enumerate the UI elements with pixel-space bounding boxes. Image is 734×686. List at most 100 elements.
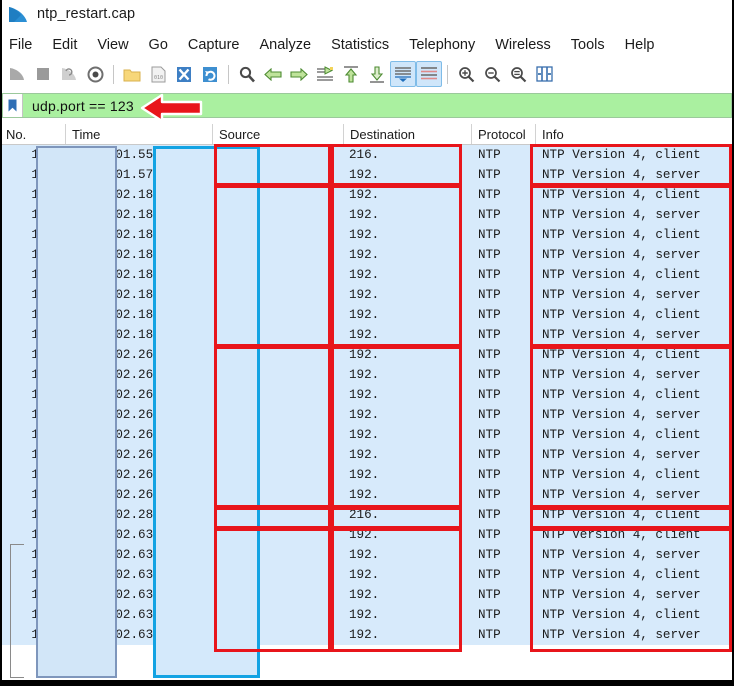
toolbar-separator [447,64,448,84]
table-row[interactable]: 16… 16:08:02.639220 192. 192. NTP NTP Version… [0,625,734,645]
table-row[interactable]: 15… 16:08:02.185545 192. 192. NTP NTP Version… [0,225,734,245]
wireshark-fin-icon [9,6,27,22]
table-row[interactable]: 15… 16:08:02.261003 192. 192. NTP NTP Version… [0,485,734,505]
menu-item-statistics[interactable]: Statistics [331,37,389,53]
cell-info: NTP Version 4, server [542,248,701,262]
cell-no: 15… [31,348,54,362]
cell-protocol: NTP [478,368,501,382]
cell-protocol: NTP [478,248,501,262]
zoom-out-icon[interactable] [479,61,505,87]
column-header-time[interactable]: Time [66,124,213,144]
table-row[interactable]: 15… 16:08:02.186535 192. 192. NTP NTP Version… [0,265,734,285]
table-row[interactable]: 15… 16:08:02.260969 192. 192. NTP NTP Version… [0,465,734,485]
go-last-packet-icon[interactable] [364,61,390,87]
cell-no: 15… [31,408,54,422]
cell-destination: 192. [349,628,380,642]
cell-no: 15… [31,328,54,342]
cell-source: 192. [218,568,249,582]
menu-item-analyze[interactable]: Analyze [259,37,311,53]
cell-protocol: NTP [478,548,501,562]
colorize-packets-icon[interactable] [416,61,442,87]
bottom-edge-strip [0,680,734,686]
menu-item-tools[interactable]: Tools [571,37,605,53]
table-row[interactable]: 15… 16:08:02.260644 192. 192. NTP NTP Version… [0,385,734,405]
column-header-protocol[interactable]: Protocol [472,124,536,144]
go-first-packet-icon[interactable] [338,61,364,87]
cell-time: 16:08:02.186535 [70,268,184,282]
cell-source: 192. [218,208,249,222]
cell-time: 16:08:01.571555 [70,168,184,182]
table-row[interactable]: 14… 16:08:01.571555 216. 192. NTP NTP Version… [0,165,734,185]
menu-item-telephony[interactable]: Telephony [409,37,475,53]
close-file-icon[interactable] [171,61,197,87]
table-row[interactable]: 15… 16:08:02.638725 192. 192. NTP NTP Version… [0,545,734,565]
table-row[interactable]: 15… 16:08:02.638989 192. 192. NTP NTP Version… [0,565,734,585]
resize-columns-icon[interactable] [531,61,557,87]
cell-time: 16:08:02.185545 [70,228,184,242]
reload-file-icon[interactable] [197,61,223,87]
table-row[interactable]: 15… 16:08:02.185571 192. 192. NTP NTP Version… [0,245,734,265]
table-row[interactable]: 15… 16:08:02.639030 192. 192. NTP NTP Version… [0,585,734,605]
cell-no: 15… [31,548,54,562]
menu-item-wireless[interactable]: Wireless [495,37,551,53]
table-row[interactable]: 15… 16:08:02.260685 192. 192. NTP NTP Version… [0,405,734,425]
cell-time: 16:08:02.260826 [70,428,184,442]
menu-item-view[interactable]: View [97,37,128,53]
display-filter-bar[interactable]: udp.port == 123 [2,93,732,118]
go-back-icon[interactable] [260,61,286,87]
cell-info: NTP Version 4, client [542,568,701,582]
start-capture-icon[interactable] [4,61,30,87]
save-file-icon[interactable]: 010 [145,61,171,87]
cell-destination: 216. [349,508,380,522]
menu-item-help[interactable]: Help [625,37,655,53]
open-file-icon[interactable] [119,61,145,87]
table-row[interactable]: 15… 16:08:02.260265 192. 192. NTP NTP Version… [0,345,734,365]
bookmark-icon[interactable] [3,94,23,117]
packet-list[interactable]: No. Time Source Destination Protocol Inf… [0,124,734,680]
table-row[interactable]: 15… 16:08:02.638610 192. 192. NTP NTP Version… [0,525,734,545]
table-row[interactable]: 15… 16:08:02.187494 192. 192. NTP NTP Version… [0,325,734,345]
go-to-packet-icon[interactable] [312,61,338,87]
menu-item-go[interactable]: Go [149,37,168,53]
table-row[interactable]: 15… 16:08:02.260863 192. 192. NTP NTP Version… [0,445,734,465]
cell-no: 14… [31,148,54,162]
cell-protocol: NTP [478,288,501,302]
cell-no: 16… [31,608,54,622]
capture-options-icon[interactable] [82,61,108,87]
cell-protocol: NTP [478,588,501,602]
cell-time: 16:08:02.639030 [70,588,184,602]
zoom-reset-icon[interactable] [505,61,531,87]
cell-source: 192. [218,148,249,162]
find-packet-icon[interactable] [234,61,260,87]
cell-no: 15… [31,508,54,522]
column-header-destination[interactable]: Destination [344,124,472,144]
stop-capture-icon[interactable] [30,61,56,87]
go-forward-icon[interactable] [286,61,312,87]
table-row[interactable]: 15… 16:08:02.187475 192. 192. NTP NTP Version… [0,305,734,325]
cell-no: 15… [31,228,54,242]
table-row[interactable]: 15… 16:08:02.260826 192. 192. NTP NTP Version… [0,425,734,445]
cell-protocol: NTP [478,628,501,642]
column-header-info[interactable]: Info [536,124,734,144]
menu-item-capture[interactable]: Capture [188,37,240,53]
cell-protocol: NTP [478,528,501,542]
table-row[interactable]: 15… 16:08:02.184623 192. 192. NTP NTP Version… [0,205,734,225]
table-row[interactable]: 14… 16:08:01.559665 192. 216. NTP NTP Version… [0,145,734,165]
zoom-in-icon[interactable] [453,61,479,87]
table-row[interactable]: 16… 16:08:02.639182 192. 192. NTP NTP Version… [0,605,734,625]
display-filter-input[interactable]: udp.port == 123 [23,98,134,114]
table-row[interactable]: 15… 16:08:02.284288 192. 216. NTP NTP Version… [0,505,734,525]
auto-scroll-icon[interactable] [390,61,416,87]
table-row[interactable]: 15… 16:08:02.186557 192. 192. NTP NTP Version… [0,285,734,305]
table-row[interactable]: 15… 16:08:02.260358 192. 192. NTP NTP Version… [0,365,734,385]
cell-no: 15… [31,488,54,502]
menu-item-edit[interactable]: Edit [52,37,77,53]
menu-item-file[interactable]: File [9,37,32,53]
column-header-no[interactable]: No. [0,124,66,144]
table-row[interactable]: 15… 16:08:02.184443 192. 192. NTP NTP Version… [0,185,734,205]
cell-no: 15… [31,368,54,382]
cell-destination: 192. [349,588,380,602]
cell-time: 16:08:02.184443 [70,188,184,202]
restart-capture-icon[interactable] [56,61,82,87]
column-header-source[interactable]: Source [213,124,344,144]
